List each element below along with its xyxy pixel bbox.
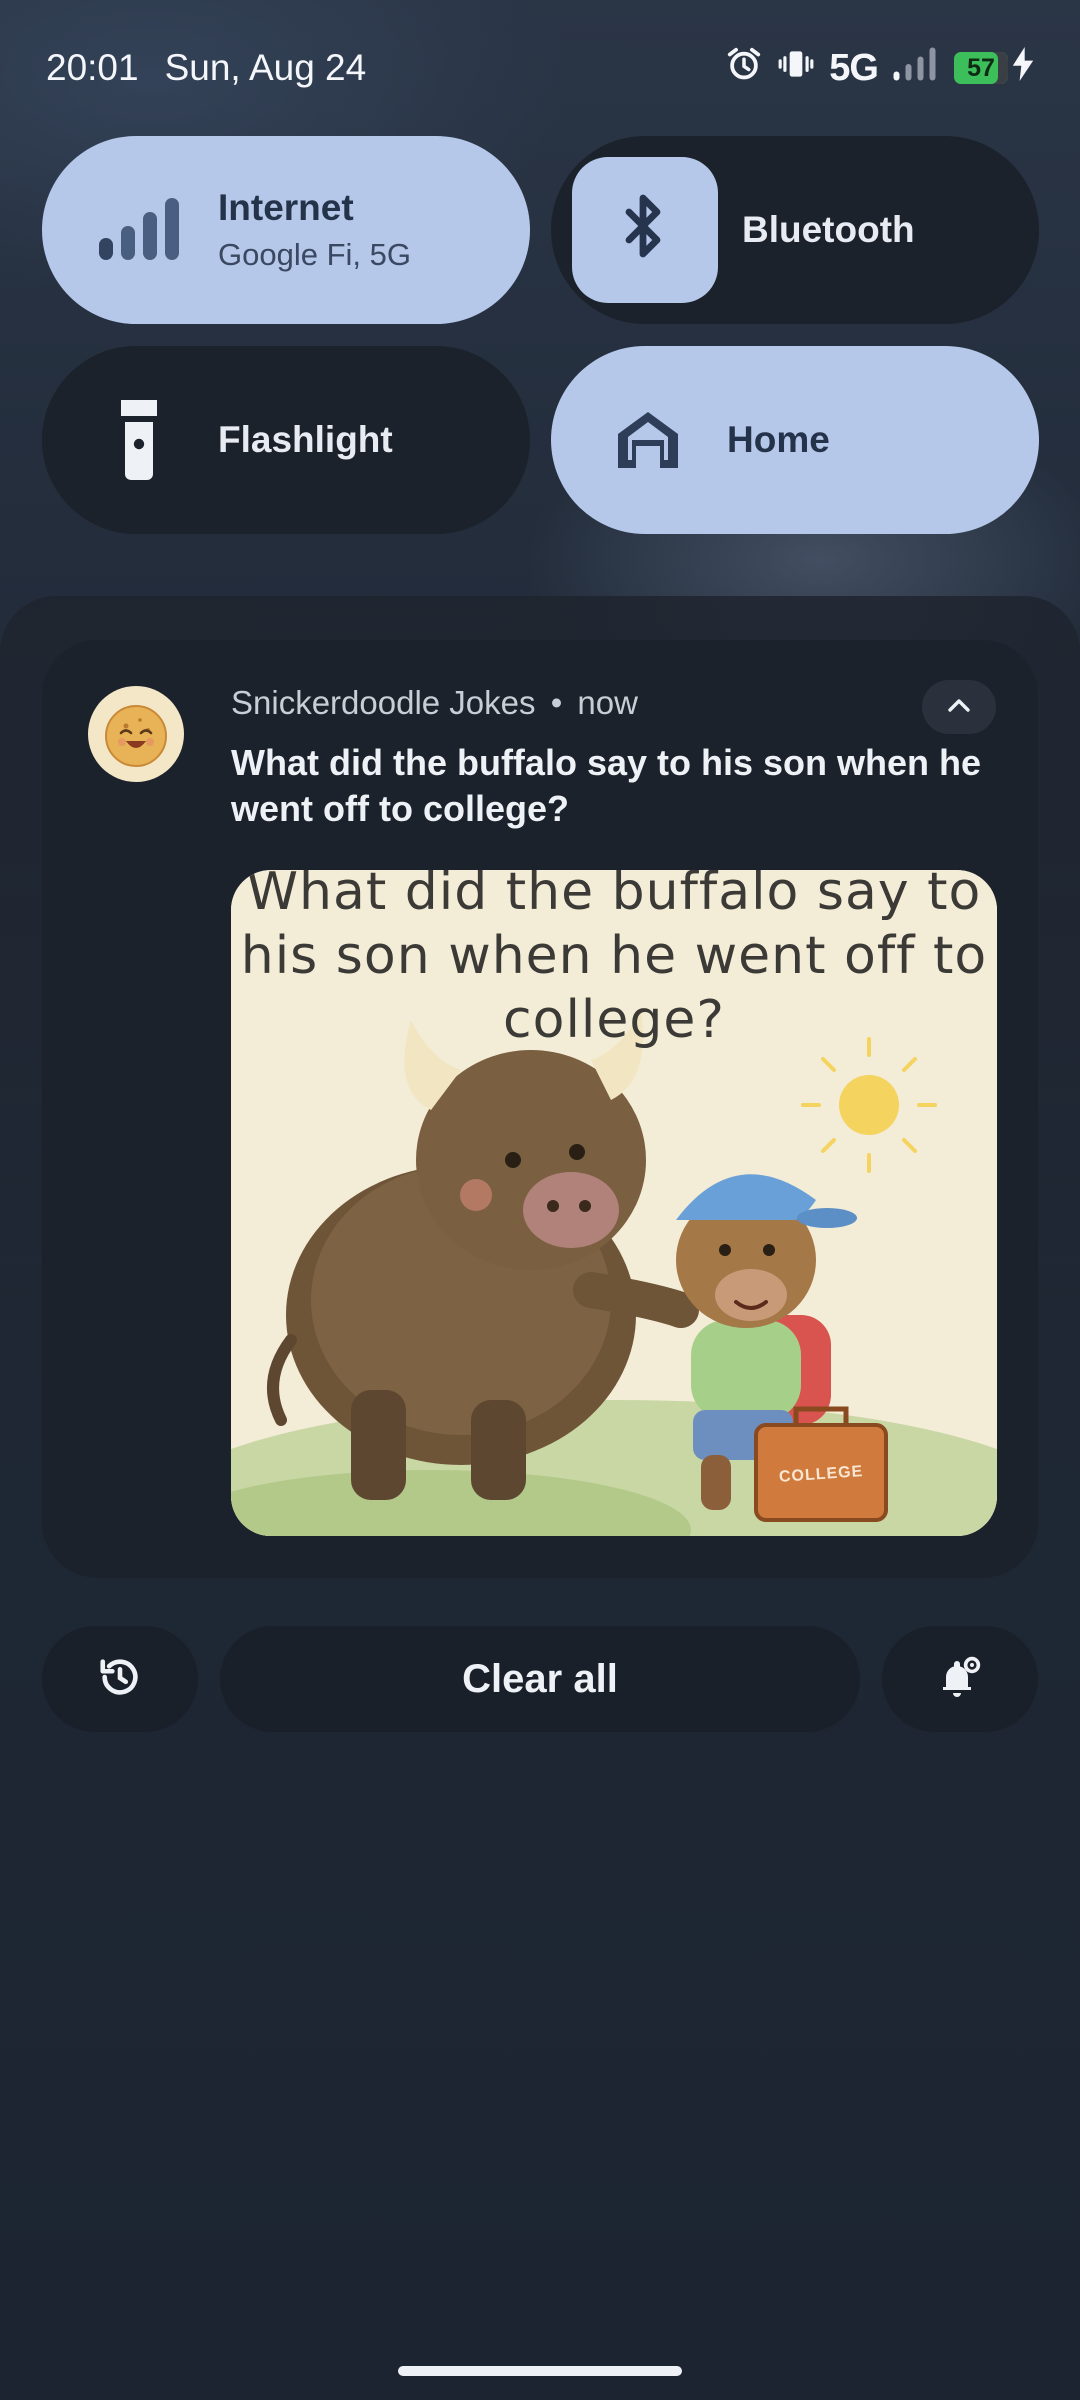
status-bar: 20:01 Sun, Aug 24 5G 57 [46,40,1034,96]
signal-icon [892,46,940,91]
status-time: 20:01 [46,47,139,88]
internet-subtitle: Google Fi, 5G [218,237,411,272]
history-icon [97,1654,143,1705]
status-date: Sun, Aug 24 [164,47,367,88]
image-caption: What did the buffalo say to his son when… [240,870,988,1050]
flashlight-icon [84,385,194,495]
battery-indicator: 57 [954,52,1008,84]
home-text: Home [727,419,830,461]
bluetooth-icon [617,192,673,269]
internet-text: Internet Google Fi, 5G [218,187,411,273]
status-right: 5G 57 [711,45,1034,92]
chevron-up-icon [946,697,972,718]
home-label: Home [727,419,830,460]
bluetooth-icon-box [572,157,718,303]
signal-bars-icon [84,175,194,285]
charging-icon [1012,46,1034,90]
clear-all-button[interactable]: Clear all [220,1626,860,1732]
notification-settings-icon [936,1653,984,1706]
notification-header: Snickerdoodle Jokes • now [231,684,638,722]
notification-time: now [577,684,638,721]
vibrate-icon [777,45,815,92]
bluetooth-label: Bluetooth [742,209,915,250]
bluetooth-tile[interactable]: Bluetooth [551,136,1039,324]
internet-label: Internet [218,187,354,228]
flashlight-text: Flashlight [218,419,393,461]
notification-title: What did the buffalo say to his son when… [231,742,982,829]
status-left: 20:01 Sun, Aug 24 [46,47,366,89]
header-separator: • [550,684,563,721]
home-indicator[interactable] [398,2366,682,2376]
bluetooth-text: Bluetooth [742,209,915,251]
app-avatar [88,686,184,782]
notification-settings-button[interactable] [882,1626,1038,1732]
home-tile[interactable]: Home [551,346,1039,534]
alarm-icon [725,45,763,92]
app-name: Snickerdoodle Jokes [231,684,536,721]
notification-card[interactable]: Snickerdoodle Jokes • now What did the b… [42,640,1038,1578]
joke-image[interactable]: What did the buffalo say to his son when… [231,870,997,1536]
flashlight-label: Flashlight [218,419,393,460]
collapse-button[interactable] [922,680,996,734]
network-type: 5G [829,46,879,89]
internet-tile[interactable]: Internet Google Fi, 5G [42,136,530,324]
history-button[interactable] [42,1626,198,1732]
flashlight-tile[interactable]: Flashlight [42,346,530,534]
home-icon [593,385,703,495]
